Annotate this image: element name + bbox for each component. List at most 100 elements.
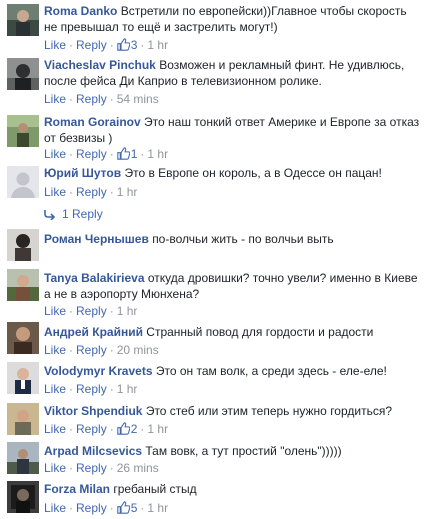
- comment-text: Это он там волк, а среди здесь - еле-еле…: [155, 364, 387, 378]
- comment-item: Forza Milan гребаный стыд Like · Reply · 5 · 1…: [0, 477, 430, 519]
- avatar[interactable]: [7, 58, 39, 90]
- avatar[interactable]: [7, 4, 39, 36]
- comment-actions: Like · Reply · 1 hr: [44, 382, 137, 396]
- comment-author[interactable]: Юрий Шутов: [44, 166, 121, 180]
- comment-time[interactable]: 54 mins: [117, 92, 159, 106]
- comment-actions: Like · Reply · 1 hr: [44, 304, 137, 318]
- comment-time[interactable]: 20 mins: [117, 343, 159, 357]
- replies-count-label[interactable]: 1 Reply: [62, 207, 103, 221]
- separator: ·: [109, 38, 114, 52]
- separator: ·: [69, 38, 74, 52]
- comment-author[interactable]: Tanya Balakirieva: [44, 271, 145, 285]
- comment-actions: Like · Reply · 26 mins: [44, 461, 159, 475]
- like-button[interactable]: Like: [44, 185, 66, 199]
- avatar[interactable]: [7, 362, 39, 394]
- comment-author[interactable]: Roman Gorainov: [44, 115, 141, 129]
- comment-actions: Like · Reply · 3 · 1 hr: [44, 38, 168, 52]
- comment-author[interactable]: Роман Чернышев: [44, 232, 149, 246]
- reply-button[interactable]: Reply: [76, 501, 107, 515]
- thumbs-up-icon: [116, 501, 131, 517]
- comment-actions: Like · Reply · 5 · 1 hr: [44, 501, 168, 515]
- comment-actions: Like · Reply · 20 mins: [44, 343, 159, 357]
- separator: ·: [140, 38, 145, 52]
- comment-author[interactable]: Arpad Milcsevics: [44, 444, 142, 458]
- comment-item: Arpad Milcsevics Там вовк, а тут простий…: [0, 439, 430, 477]
- comment-item: Андрей Крайний Странный повод для гордос…: [0, 321, 430, 359]
- separator: ·: [140, 147, 145, 161]
- separator: ·: [109, 343, 114, 357]
- avatar[interactable]: [7, 403, 39, 435]
- comment-content: Forza Milan гребаный стыд: [44, 481, 420, 497]
- comment-time[interactable]: 1 hr: [147, 501, 168, 515]
- like-button[interactable]: Like: [44, 304, 66, 318]
- avatar[interactable]: [7, 115, 39, 147]
- reply-arrow-icon: [44, 209, 56, 223]
- comment-content: Роман Чернышев по-волчьи жить - по волчь…: [44, 231, 420, 247]
- comment-author[interactable]: Forza Milan: [44, 482, 110, 496]
- avatar[interactable]: [7, 269, 39, 301]
- separator: ·: [109, 501, 114, 515]
- comment-author[interactable]: Viktor Shpendiuk: [44, 404, 142, 418]
- like-button[interactable]: Like: [44, 38, 66, 52]
- like-button[interactable]: Like: [44, 147, 66, 161]
- separator: ·: [109, 185, 114, 199]
- comment-content: Viacheslav Pinchuk Возможен и рекламный …: [44, 57, 420, 89]
- reply-button[interactable]: Reply: [76, 38, 107, 52]
- comment-author[interactable]: Roma Danko: [44, 4, 117, 18]
- comment-author[interactable]: Андрей Крайний: [44, 325, 143, 339]
- comment-content: Tanya Balakirieva откуда дровишки? точно…: [44, 270, 420, 302]
- comment-item: Tanya Balakirieva откуда дровишки? точно…: [0, 267, 430, 321]
- like-button[interactable]: Like: [44, 343, 66, 357]
- like-button[interactable]: Like: [44, 501, 66, 515]
- avatar[interactable]: [7, 229, 39, 261]
- separator: ·: [69, 422, 74, 436]
- avatar[interactable]: [7, 481, 39, 513]
- separator: ·: [69, 461, 74, 475]
- comment-author[interactable]: Volodymyr Kravets: [44, 364, 153, 378]
- comment-time[interactable]: 1 hr: [117, 304, 138, 318]
- separator: ·: [109, 147, 114, 161]
- avatar[interactable]: [7, 322, 39, 354]
- avatar[interactable]: [7, 166, 39, 198]
- comment-item: Юрий Шутов Это в Европе он король, а в О…: [0, 165, 430, 227]
- reply-button[interactable]: Reply: [76, 422, 107, 436]
- separator: ·: [109, 461, 114, 475]
- separator: ·: [69, 501, 74, 515]
- avatar-photo-icon: [7, 4, 39, 36]
- comment-text: Это в Европе он король, а в Одессе он па…: [124, 166, 382, 180]
- comment-time[interactable]: 1 hr: [117, 185, 138, 199]
- comment-time[interactable]: 1 hr: [147, 422, 168, 436]
- comment-time[interactable]: 1 hr: [147, 147, 168, 161]
- like-button[interactable]: Like: [44, 92, 66, 106]
- reply-button[interactable]: Reply: [76, 304, 107, 318]
- comment-time[interactable]: 1 hr: [147, 38, 168, 52]
- separator: ·: [109, 304, 114, 318]
- reply-button[interactable]: Reply: [76, 185, 107, 199]
- comment-item: Roma Danko Встретили по европейски))Глав…: [0, 0, 430, 52]
- avatar-photo-icon: [7, 58, 39, 90]
- comment-content: Volodymyr Kravets Это он там волк, а сре…: [44, 363, 420, 379]
- comment-time[interactable]: 26 mins: [117, 461, 159, 475]
- avatar-photo-icon: [7, 115, 39, 147]
- reply-button[interactable]: Reply: [76, 343, 107, 357]
- like-button[interactable]: Like: [44, 422, 66, 436]
- comment-content: Arpad Milcsevics Там вовк, а тут простий…: [44, 443, 420, 459]
- separator: ·: [69, 343, 74, 357]
- comment-actions: Like · Reply · 54 mins: [44, 92, 159, 106]
- like-button[interactable]: Like: [44, 382, 66, 396]
- comment-item: Roman Gorainov Это наш тонкий ответ Амер…: [0, 110, 430, 165]
- like-button[interactable]: Like: [44, 461, 66, 475]
- reply-button[interactable]: Reply: [76, 461, 107, 475]
- comment-time[interactable]: 1 hr: [117, 382, 138, 396]
- reply-button[interactable]: Reply: [76, 92, 107, 106]
- comment-actions: Like · Reply · 1 · 1 hr: [44, 147, 168, 161]
- reply-button[interactable]: Reply: [76, 147, 107, 161]
- view-replies-link[interactable]: 1 Reply: [44, 207, 103, 223]
- avatar[interactable]: [7, 442, 39, 474]
- comment-author[interactable]: Viacheslav Pinchuk: [44, 58, 156, 72]
- comment-item: Viacheslav Pinchuk Возможен и рекламный …: [0, 52, 430, 110]
- comment-item: Viktor Shpendiuk Это стеб или этим тепер…: [0, 399, 430, 439]
- default-avatar-icon: [7, 166, 39, 198]
- avatar-photo-icon: [7, 442, 39, 474]
- reply-button[interactable]: Reply: [76, 382, 107, 396]
